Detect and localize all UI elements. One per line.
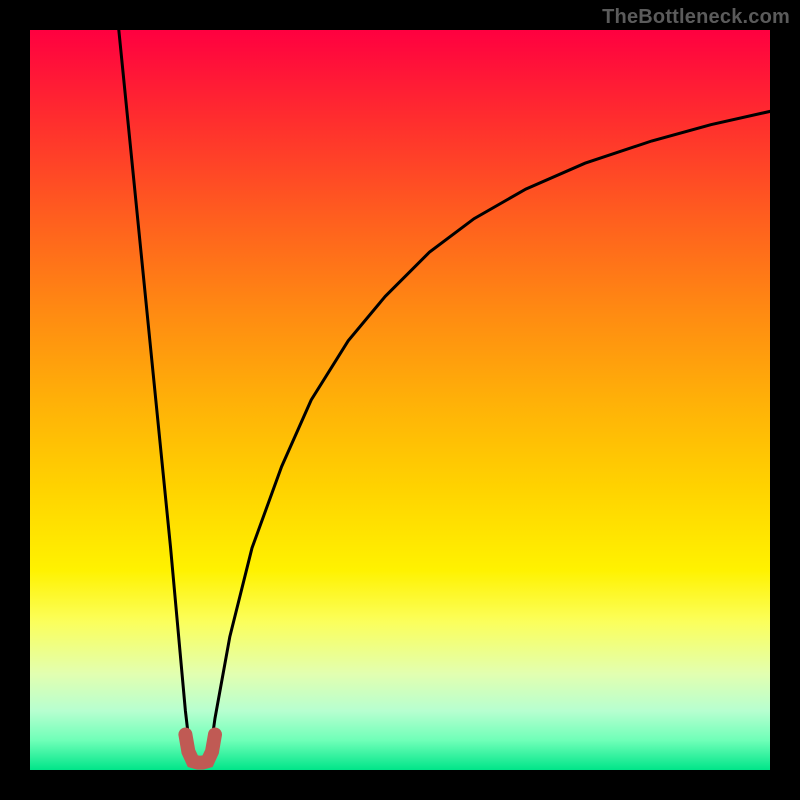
curve-layer (30, 30, 770, 770)
watermark-text: TheBottleneck.com (602, 6, 790, 29)
valley-u-marker (185, 734, 215, 762)
gradient-plot-area (30, 30, 770, 770)
chart-frame: TheBottleneck.com (0, 0, 800, 800)
left-branch-curve (119, 30, 191, 755)
right-branch-curve (210, 111, 770, 755)
